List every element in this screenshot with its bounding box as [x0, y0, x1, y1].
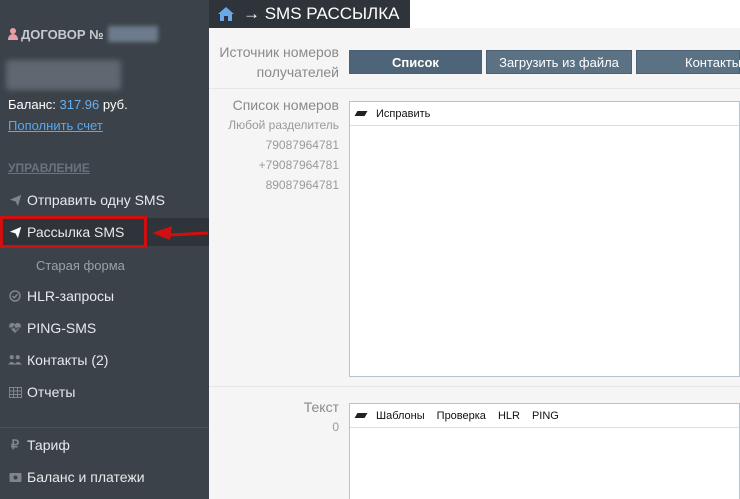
- contacts-button[interactable]: Контакты: [636, 50, 740, 74]
- templates-button[interactable]: Шаблоны: [376, 410, 425, 422]
- wallet-icon: [8, 470, 22, 484]
- sidebar-item-balance-payments[interactable]: Баланс и платежи: [0, 463, 209, 491]
- main-panel: Источник номеров получателей Список Загр…: [209, 28, 740, 499]
- eraser-icon[interactable]: [356, 412, 366, 420]
- heartbeat-icon: [8, 321, 22, 335]
- balance-currency: руб.: [102, 97, 128, 112]
- sidebar-item-label: Контакты (2): [27, 352, 109, 368]
- account-name-redacted: [6, 60, 121, 90]
- balance: Баланс: 317.96 руб.: [8, 97, 128, 112]
- numbers-editor[interactable]: Исправить: [349, 101, 740, 377]
- sidebar-item-label: Баланс и платежи: [27, 469, 145, 485]
- contract-info: ДОГОВОР №: [8, 26, 158, 42]
- hlr-button[interactable]: HLR: [498, 410, 520, 422]
- sidebar-item-label: Отправить одну SMS: [27, 192, 165, 208]
- list-button[interactable]: Список: [349, 50, 482, 74]
- list-hint: Любой разделитель: [228, 118, 339, 132]
- row-separator: [209, 88, 740, 89]
- row-separator: [209, 386, 740, 387]
- sidebar-item-contacts[interactable]: Контакты (2): [0, 346, 209, 374]
- sidebar-item-reports[interactable]: Отчеты: [0, 378, 209, 406]
- fix-button[interactable]: Исправить: [376, 108, 430, 120]
- sidebar-item-label: Отчеты: [27, 384, 76, 400]
- check-button[interactable]: Проверка: [437, 410, 486, 422]
- list-label-group: Список номеров Любой разделитель 7908796…: [209, 95, 339, 195]
- sidebar-item-hlr[interactable]: HLR-запросы: [0, 282, 209, 310]
- text-toolbar: Шаблоны Проверка HLR PING: [350, 404, 739, 428]
- balance-amount: 317.96: [59, 97, 100, 112]
- sidebar-item-old-form[interactable]: Старая форма: [36, 258, 125, 273]
- sidebar-item-send-one-sms[interactable]: Отправить одну SMS: [0, 186, 209, 214]
- page-title: → SMS РАССЫЛКА: [243, 4, 400, 23]
- header-background: [410, 0, 740, 28]
- highlight-box: [0, 216, 147, 248]
- sidebar-item-label: PING-SMS: [27, 320, 97, 336]
- sidebar-item-label: HLR-запросы: [27, 288, 115, 304]
- sidebar-item-tariff[interactable]: ₽ Тариф: [0, 431, 209, 459]
- table-icon: [8, 385, 22, 399]
- text-label: Текст: [303, 399, 339, 415]
- balance-label: Баланс:: [8, 97, 56, 112]
- home-icon[interactable]: [217, 6, 235, 22]
- ruble-icon: ₽: [10, 437, 20, 452]
- sidebar: ДОГОВОР № Баланс: 317.96 руб. Пополнить …: [0, 0, 209, 499]
- sidebar-divider: [0, 427, 209, 428]
- list-example: +79087964781: [258, 158, 339, 172]
- ping-button[interactable]: PING: [532, 410, 559, 422]
- text-char-count: 0: [332, 420, 339, 434]
- list-label: Список номеров: [232, 97, 339, 113]
- numbers-toolbar: Исправить: [350, 102, 739, 126]
- user-icon: [8, 28, 18, 40]
- eraser-icon[interactable]: [356, 110, 366, 118]
- contract-label: ДОГОВОР №: [21, 26, 104, 42]
- sidebar-item-label: Тариф: [27, 437, 70, 453]
- sidebar-item-ping-sms[interactable]: PING-SMS: [0, 314, 209, 342]
- text-editor[interactable]: Шаблоны Проверка HLR PING: [349, 403, 740, 499]
- source-label: Источник номеров получателей: [219, 44, 339, 80]
- check-circle-icon: [8, 289, 22, 303]
- section-title-management[interactable]: УПРАВЛЕНИЕ: [8, 161, 90, 175]
- upload-file-button[interactable]: Загрузить из файла: [486, 50, 632, 74]
- list-example: 79087964781: [265, 138, 339, 152]
- page-header: → SMS РАССЫЛКА: [209, 0, 410, 28]
- contract-number-redacted: [107, 26, 158, 42]
- text-label-group: Текст 0: [209, 397, 339, 437]
- send-icon: [8, 193, 22, 207]
- list-example: 89087964781: [265, 178, 339, 192]
- users-icon: [8, 353, 22, 367]
- annotation-arrow-icon: [152, 226, 209, 240]
- topup-link[interactable]: Пополнить счет: [8, 118, 103, 133]
